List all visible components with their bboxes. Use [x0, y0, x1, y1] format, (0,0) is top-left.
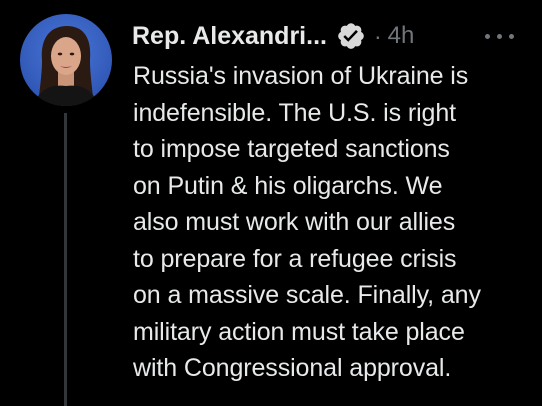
thread-line — [64, 113, 67, 406]
header-separator: · — [373, 22, 382, 49]
tweet-text-line: on Putin & his oligarchs. We — [133, 171, 443, 200]
tweet-text-line: to impose targeted sanctions — [133, 135, 450, 163]
tweet-text-line: Russia's invasion of Ukraine is — [133, 62, 469, 90]
tweet-text-line: military action must take place — [133, 317, 465, 346]
timestamp[interactable]: 4h — [388, 22, 415, 50]
avatar[interactable] — [20, 14, 112, 106]
tweet-text: Russia's invasion of Ukraine is indefens… — [133, 58, 538, 387]
avatar-image — [20, 14, 112, 106]
tweet-text-line: also must work with our allies — [133, 208, 456, 236]
tweet-text-line: to prepare for a refugee crisis — [133, 244, 457, 273]
tweet-header: Rep. Alexandri... · 4h — [132, 17, 414, 55]
more-options-icon[interactable] — [485, 24, 514, 48]
tweet: Rep. Alexandri... · 4h Russia's invasion… — [0, 0, 542, 406]
tweet-text-line: on a massive scale. Finally, any — [133, 281, 481, 309]
tweet-text-line: indefensible. The U.S. is right — [133, 98, 456, 127]
more-dot — [497, 33, 502, 39]
more-dot — [509, 33, 514, 39]
author-name[interactable]: Rep. Alexandri... — [132, 22, 327, 51]
more-dot — [485, 33, 490, 39]
verified-badge-icon — [336, 21, 366, 51]
tweet-text-line: with Congressional approval. — [133, 354, 452, 382]
